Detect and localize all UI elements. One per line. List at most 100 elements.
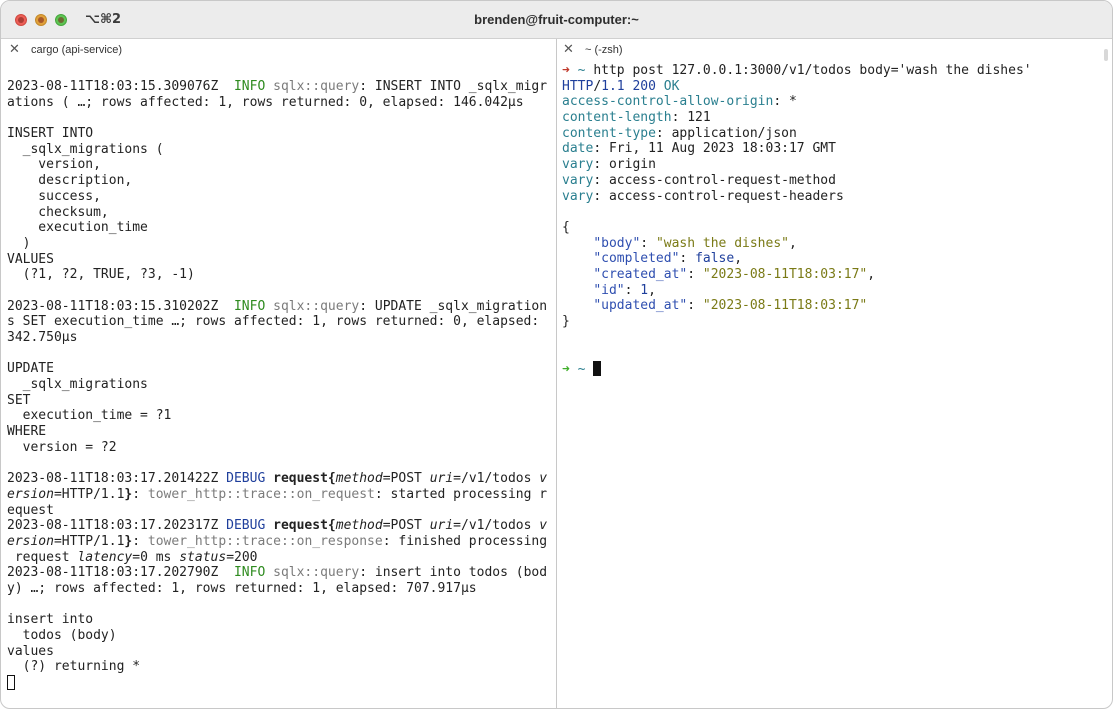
left-pane-title: cargo (api-service)	[31, 44, 123, 56]
terminal-text: "id"	[593, 282, 625, 298]
terminal-text: : started processing r	[374, 486, 548, 502]
terminal-text: tower_http::trace::on_request	[147, 486, 375, 502]
terminal-text: vary	[562, 188, 594, 204]
terminal-text: : insert into todos (bod	[359, 565, 548, 581]
terminal-text: access-control-allow-origin	[562, 94, 774, 110]
terminal-line: vary: origin	[562, 157, 1108, 173]
terminal-line: request latency=0 ms status=200	[7, 550, 552, 566]
terminal-text: =POST	[382, 518, 430, 534]
terminal-line: {	[562, 220, 1108, 236]
terminal-text: 2023-08-11T18:03:15.309076Z	[7, 79, 234, 94]
terminal-line: values	[7, 644, 552, 660]
terminal-text: ersion	[7, 533, 54, 549]
terminal-text: tower_http::trace::on_response	[147, 533, 383, 549]
terminal-text: request{	[273, 518, 336, 534]
terminal-line: 2023-08-11T18:03:17.201422Z DEBUG reques…	[7, 471, 552, 487]
left-pane[interactable]: ✕ cargo (api-service) 2023-08-11T18:03:1…	[1, 39, 556, 708]
terminal-text: INFO	[233, 79, 266, 94]
terminal-line	[7, 675, 552, 691]
terminal-text: "completed"	[593, 251, 680, 267]
terminal-line: ➜ ~	[562, 361, 1108, 377]
terminal-line: ersion=HTTP/1.1}: tower_http::trace::on_…	[7, 487, 552, 503]
terminal-text: uri	[429, 471, 454, 487]
terminal-line: (?) returning *	[7, 659, 552, 675]
terminal-line: date: Fri, 11 Aug 2023 18:03:17 GMT	[562, 141, 1108, 157]
terminal-text: ,	[648, 282, 656, 298]
terminal-text: s SET execution_time …; rows affected: 1…	[7, 314, 540, 330]
terminal-text: =/v1/todos	[453, 518, 540, 534]
terminal-text: status	[179, 549, 227, 565]
terminal-text: uri	[429, 518, 454, 534]
right-pane-tab[interactable]: ✕ ~ (-zsh)	[557, 39, 1112, 61]
terminal-line: "body": "wash the dishes",	[562, 236, 1108, 252]
terminal-text: request	[7, 549, 78, 565]
terminal-line: content-length: 121	[562, 110, 1108, 126]
terminal-line: HTTP/1.1 200 OK	[562, 79, 1108, 95]
terminal-line: )	[7, 236, 552, 252]
terminal-text: 2023-08-11T18:03:15.310202Z	[7, 298, 234, 314]
terminal-text: : origin	[593, 157, 656, 173]
terminal-text: version,	[7, 157, 101, 173]
terminal-text: {	[562, 219, 570, 235]
terminal-text: : finished processing	[382, 533, 548, 549]
terminal-text: ,	[789, 235, 797, 251]
terminal-line: SET	[7, 393, 552, 409]
terminal-text: 2023-08-11T18:03:17.202790Z	[7, 565, 234, 581]
terminal-text: 1	[640, 282, 649, 298]
terminal-line: version,	[7, 157, 552, 173]
terminal-text: success,	[7, 188, 101, 204]
terminal-text: sqlx::query	[273, 298, 360, 314]
terminal-text: method	[335, 518, 383, 534]
right-terminal-output[interactable]: ➜ ~ http post 127.0.0.1:3000/v1/todos bo…	[562, 63, 1108, 377]
terminal-text: date	[562, 141, 594, 157]
terminal-line: execution_time = ?1	[7, 408, 552, 424]
terminal-text: )	[7, 235, 31, 251]
right-pane[interactable]: ✕ ~ (-zsh) ➜ ~ http post 127.0.0.1:3000/…	[557, 39, 1112, 708]
terminal-text: HTTP	[562, 78, 594, 94]
terminal-text: todos (body)	[7, 628, 117, 644]
terminal-text: =POST	[382, 471, 430, 487]
terminal-text: INFO	[233, 298, 266, 314]
terminal-line: version = ?2	[7, 440, 552, 456]
terminal-text: (?1, ?2, TRUE, ?3, -1)	[7, 267, 195, 283]
close-icon[interactable]: ✕	[9, 42, 20, 57]
terminal-text: 2023-08-11T18:03:17.201422Z	[7, 471, 227, 487]
terminal-text: INSERT INTO	[7, 126, 94, 142]
terminal-text: vary	[562, 157, 594, 173]
terminal-text: "created_at"	[593, 266, 688, 282]
left-pane-tab[interactable]: ✕ cargo (api-service)	[1, 39, 556, 61]
terminal-line: 2023-08-11T18:03:17.202790Z INFO sqlx::q…	[7, 565, 552, 581]
right-pane-title: ~ (-zsh)	[585, 44, 623, 56]
terminal-text: : INSERT INTO _sqlx_migr	[359, 79, 548, 94]
terminal-text: content-length	[562, 110, 672, 126]
terminal-text: "wash the dishes"	[655, 235, 789, 251]
terminal-text: version = ?2	[7, 439, 117, 455]
terminal-text: execution_time = ?1	[7, 408, 172, 424]
terminal-line: success,	[7, 189, 552, 205]
terminal-text: /	[593, 78, 602, 94]
close-icon[interactable]: ✕	[563, 42, 574, 57]
title-bar[interactable]: ⌥⌘2 brenden@fruit-computer:~	[1, 1, 1112, 39]
terminal-line: "completed": false,	[562, 251, 1108, 267]
terminal-text: insert into	[7, 612, 94, 628]
left-terminal-output[interactable]: 2023-08-11T18:03:15.309076Z INFO sqlx::q…	[7, 79, 552, 691]
terminal-line: todos (body)	[7, 628, 552, 644]
terminal-text: equest	[7, 502, 54, 518]
terminal-text: content-type	[562, 125, 656, 141]
terminal-line: checksum,	[7, 205, 552, 221]
terminal-text: http post 127.0.0.1:3000/v1/todos body='…	[593, 63, 1032, 78]
terminal-text: vary	[562, 172, 594, 188]
terminal-text: :	[640, 235, 656, 251]
terminal-line: content-type: application/json	[562, 126, 1108, 142]
terminal-text: false	[695, 251, 735, 267]
scrollbar[interactable]	[1104, 49, 1108, 61]
